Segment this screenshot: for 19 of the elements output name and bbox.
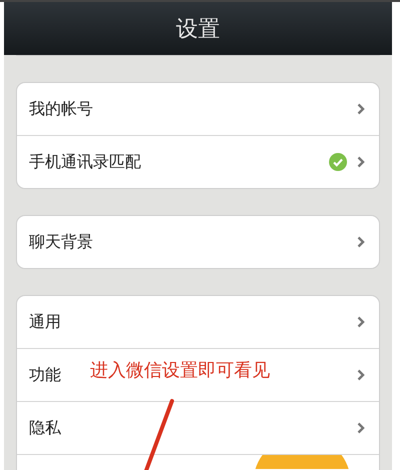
annotation-line — [142, 398, 176, 470]
settings-item[interactable]: 通用 — [17, 296, 379, 349]
item-label: 手机通讯录匹配 — [29, 152, 141, 172]
item-label: 隐私 — [29, 418, 61, 438]
item-label: 聊天背景 — [29, 232, 93, 252]
settings-item[interactable]: 聊天背景 — [17, 216, 379, 268]
chevron-icon — [357, 156, 365, 168]
item-label: 我的帐号 — [29, 98, 93, 120]
chevron-icon — [357, 369, 365, 381]
item-label: 功能 — [29, 364, 61, 386]
item-label: 通用 — [29, 312, 61, 332]
window-title: 设置 — [176, 16, 220, 44]
chevron-icon — [357, 236, 365, 248]
chevron-icon — [357, 103, 365, 115]
chevron-icon — [357, 422, 365, 434]
settings-item[interactable]: 手机通讯录匹配 — [17, 136, 379, 188]
settings-item[interactable]: 我的帐号 — [17, 83, 379, 136]
chevron-icon — [357, 316, 365, 328]
annotation-text: 进入微信设置即可看见 — [90, 359, 270, 382]
